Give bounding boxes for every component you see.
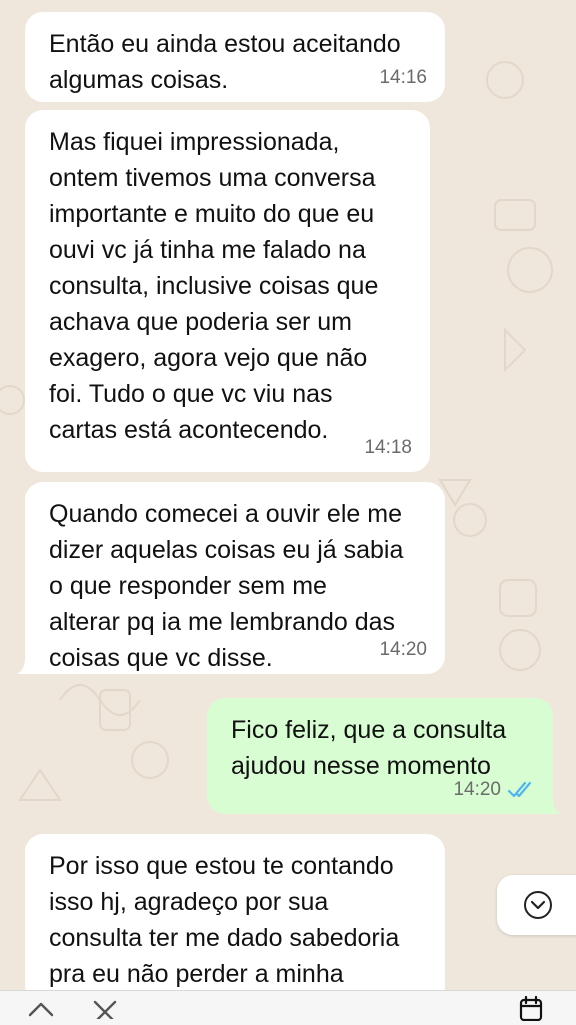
scroll-to-bottom-button[interactable] [497,875,576,935]
message-bubble-incoming[interactable]: Então eu ainda estou aceitando algumas c… [25,12,445,102]
bubble-tail [17,658,31,674]
message-meta: 14:20 [379,632,427,668]
bottom-toolbar [0,990,576,1025]
bubble-tail [547,798,561,814]
chevron-up-icon[interactable] [26,999,56,1019]
message-bubble-incoming[interactable]: Por isso que estou te contando isso hj, … [25,834,445,1004]
message-time: 14:20 [453,779,501,800]
chevron-down-circle-icon [524,891,552,919]
message-bubble-outgoing[interactable]: Fico feliz, que a consulta ajudou nesse … [207,698,561,814]
message-meta: 14:18 [364,430,412,466]
message-bubble-incoming[interactable]: Quando comecei a ouvir ele me dizer aque… [17,482,445,674]
message-text: Mas fiquei impressionada, ontem tivemos … [49,128,379,444]
read-receipt-icon [507,781,535,799]
message-text: Então eu ainda estou aceitando algumas c… [49,30,401,94]
message-bubble-incoming[interactable]: Mas fiquei impressionada, ontem tivemos … [25,110,430,472]
close-icon[interactable] [90,999,120,1019]
message-meta: 14:20 [453,772,535,808]
message-meta: 14:16 [379,60,427,96]
message-time: 14:20 [379,639,427,660]
message-text: Quando comecei a ouvir ele me dizer aque… [49,500,404,672]
message-text: Por isso que estou te contando isso hj, … [49,852,400,988]
message-time: 14:18 [364,437,412,458]
calendar-icon[interactable] [518,995,544,1021]
message-time: 14:16 [379,67,427,88]
